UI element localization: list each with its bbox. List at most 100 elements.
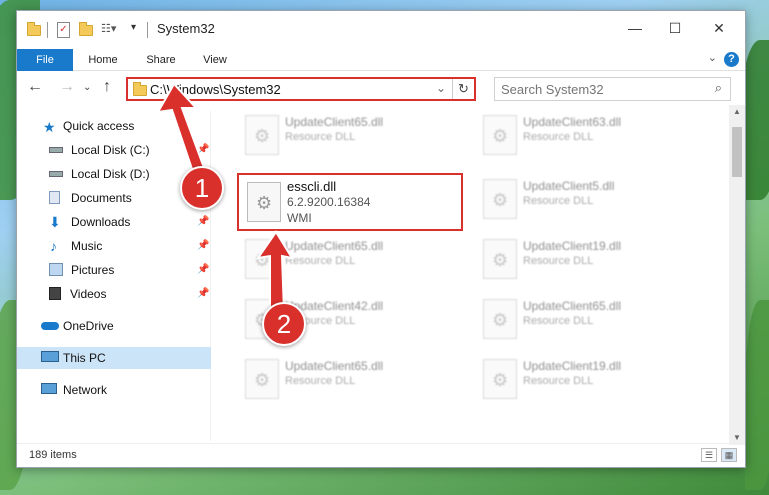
large-icons-view-icon[interactable]: ▦ [721,448,737,462]
scroll-up-icon[interactable]: ▲ [729,105,745,119]
recent-locations-icon[interactable]: ⌄ [83,82,91,93]
sidebar-item-label: Documents [71,191,132,205]
quick-access-separator [47,22,48,38]
sidebar-item-label: Music [71,239,103,253]
details-view-icon[interactable]: ☰ [701,448,717,462]
download-icon: ⬇ [49,214,61,230]
sidebar-item-label: Quick access [63,119,135,133]
sidebar-item-quick-access[interactable]: ★ Quick access [17,115,211,137]
file-item[interactable]: UpdateClient65.dll Resource DLL [237,235,467,285]
sidebar-item-videos[interactable]: Videos 📌 [17,283,211,305]
file-item[interactable]: UpdateClient19.dll Resource DLL [475,235,705,285]
search-input[interactable] [501,79,701,99]
sidebar-item-label: Pictures [71,263,115,277]
customize-toolbar-icon[interactable]: ▾ [131,22,141,38]
maximize-button[interactable]: ☐ [665,19,685,37]
address-path[interactable]: C:\Windows\System32 [150,82,281,97]
navigation-pane: ★ Quick access Local Disk (C:) 📌 Local D… [17,111,211,441]
background-leaf [745,300,769,490]
window-title: System32 [157,21,215,36]
file-description: Resource DLL [523,315,594,327]
dll-file-icon [483,299,517,339]
file-item-esscli[interactable]: esscli.dll 6.2.9200.16384 WMI [237,173,463,231]
file-description: Resource DLL [285,255,356,267]
file-description: Resource DLL [523,375,594,387]
sidebar-item-network[interactable]: Network [17,379,211,401]
back-arrow-icon[interactable]: ← [27,78,43,96]
tab-home[interactable]: Home [81,49,125,71]
folder-icon [27,22,41,36]
dll-file-icon [483,115,517,155]
file-description: Resource DLL [523,255,594,267]
file-description: Resource DLL [523,131,594,143]
dll-file-icon [483,239,517,279]
pin-icon: 📌 [197,144,210,155]
title-bar: ✓ ☷▾ ▾ System32 — ☐ ✕ [17,11,745,49]
new-folder-icon[interactable] [79,22,93,36]
close-button[interactable]: ✕ [709,19,729,37]
forward-arrow-icon[interactable]: → [59,78,75,96]
explorer-window: ✓ ☷▾ ▾ System32 — ☐ ✕ File Home Share Vi… [16,10,746,468]
tab-file[interactable]: File [17,49,73,71]
file-name: UpdateClient65.dll [285,115,384,129]
properties-icon[interactable]: ✓ [57,22,70,38]
sidebar-item-pictures[interactable]: Pictures 📌 [17,259,211,281]
file-name: UpdateClient5.dll [523,179,615,193]
dll-file-icon [247,182,281,222]
videos-icon [49,287,61,300]
vertical-scrollbar[interactable]: ▲ ▼ [729,105,745,445]
network-icon [41,383,57,394]
refresh-icon[interactable]: ↻ [452,79,474,99]
sidebar-item-onedrive[interactable]: OneDrive [17,315,211,337]
pin-icon: 📌 [197,216,210,227]
computer-icon [41,351,59,362]
music-icon: ♪ [50,238,57,254]
file-item[interactable]: UpdateClient65.dll Resource DLL [237,111,467,161]
sidebar-item-label: Downloads [71,215,131,229]
scroll-thumb[interactable] [732,127,742,177]
sidebar-item-music[interactable]: ♪ Music 📌 [17,235,211,257]
documents-icon [49,191,60,204]
item-count: 189 items [29,449,77,461]
step-badge-2: 2 [262,302,306,346]
address-bar[interactable]: C:\Windows\System32 ⌄ ↻ [126,77,476,101]
dll-file-icon [245,115,279,155]
up-arrow-icon[interactable]: ↑ [103,78,111,96]
minimize-button[interactable]: — [625,19,645,37]
dll-file-icon [245,239,279,279]
file-item[interactable]: UpdateClient63.dll Resource DLL [475,111,705,161]
file-item[interactable]: UpdateClient65.dll Resource DLL [475,295,705,345]
file-item[interactable]: UpdateClient5.dll Resource DLL [475,175,705,225]
star-icon: ★ [43,119,56,135]
sidebar-item-downloads[interactable]: ⬇ Downloads 📌 [17,211,211,233]
sidebar-item-this-pc[interactable]: This PC [17,347,211,369]
tab-share[interactable]: Share [139,49,183,71]
file-name: UpdateClient19.dll [523,359,622,373]
sidebar-item-label: This PC [63,351,106,365]
status-bar: 189 items ☰ ▦ [17,443,745,467]
search-icon[interactable]: ⌕ [715,80,722,96]
search-box[interactable]: ⌕ [494,77,731,101]
sidebar-item-label: Videos [70,287,107,301]
file-description: Resource DLL [523,195,594,207]
address-dropdown-icon[interactable]: ⌄ [436,81,446,95]
view-options-icon[interactable]: ☷▾ [101,22,116,38]
file-name: UpdateClient65.dll [285,359,384,373]
expand-ribbon-icon[interactable]: ⌄ [708,51,717,64]
file-name: UpdateClient19.dll [523,239,622,253]
sidebar-item-label: Local Disk (D:) [71,167,150,181]
file-description: WMI [287,211,312,225]
dll-file-icon [483,359,517,399]
file-description: Resource DLL [285,375,356,387]
file-item[interactable]: UpdateClient65.dll Resource DLL [237,355,467,405]
file-name: esscli.dll [287,179,337,194]
sidebar-item-local-disk-c[interactable]: Local Disk (C:) 📌 [17,139,211,161]
onedrive-icon [41,322,59,330]
file-item[interactable]: UpdateClient19.dll Resource DLL [475,355,705,405]
file-version: 6.2.9200.16384 [287,195,371,209]
tab-view[interactable]: View [195,49,235,71]
sidebar-item-label: Local Disk (C:) [71,143,150,157]
help-icon[interactable]: ? [724,52,739,67]
file-description: Resource DLL [285,131,356,143]
drive-icon [49,171,63,177]
